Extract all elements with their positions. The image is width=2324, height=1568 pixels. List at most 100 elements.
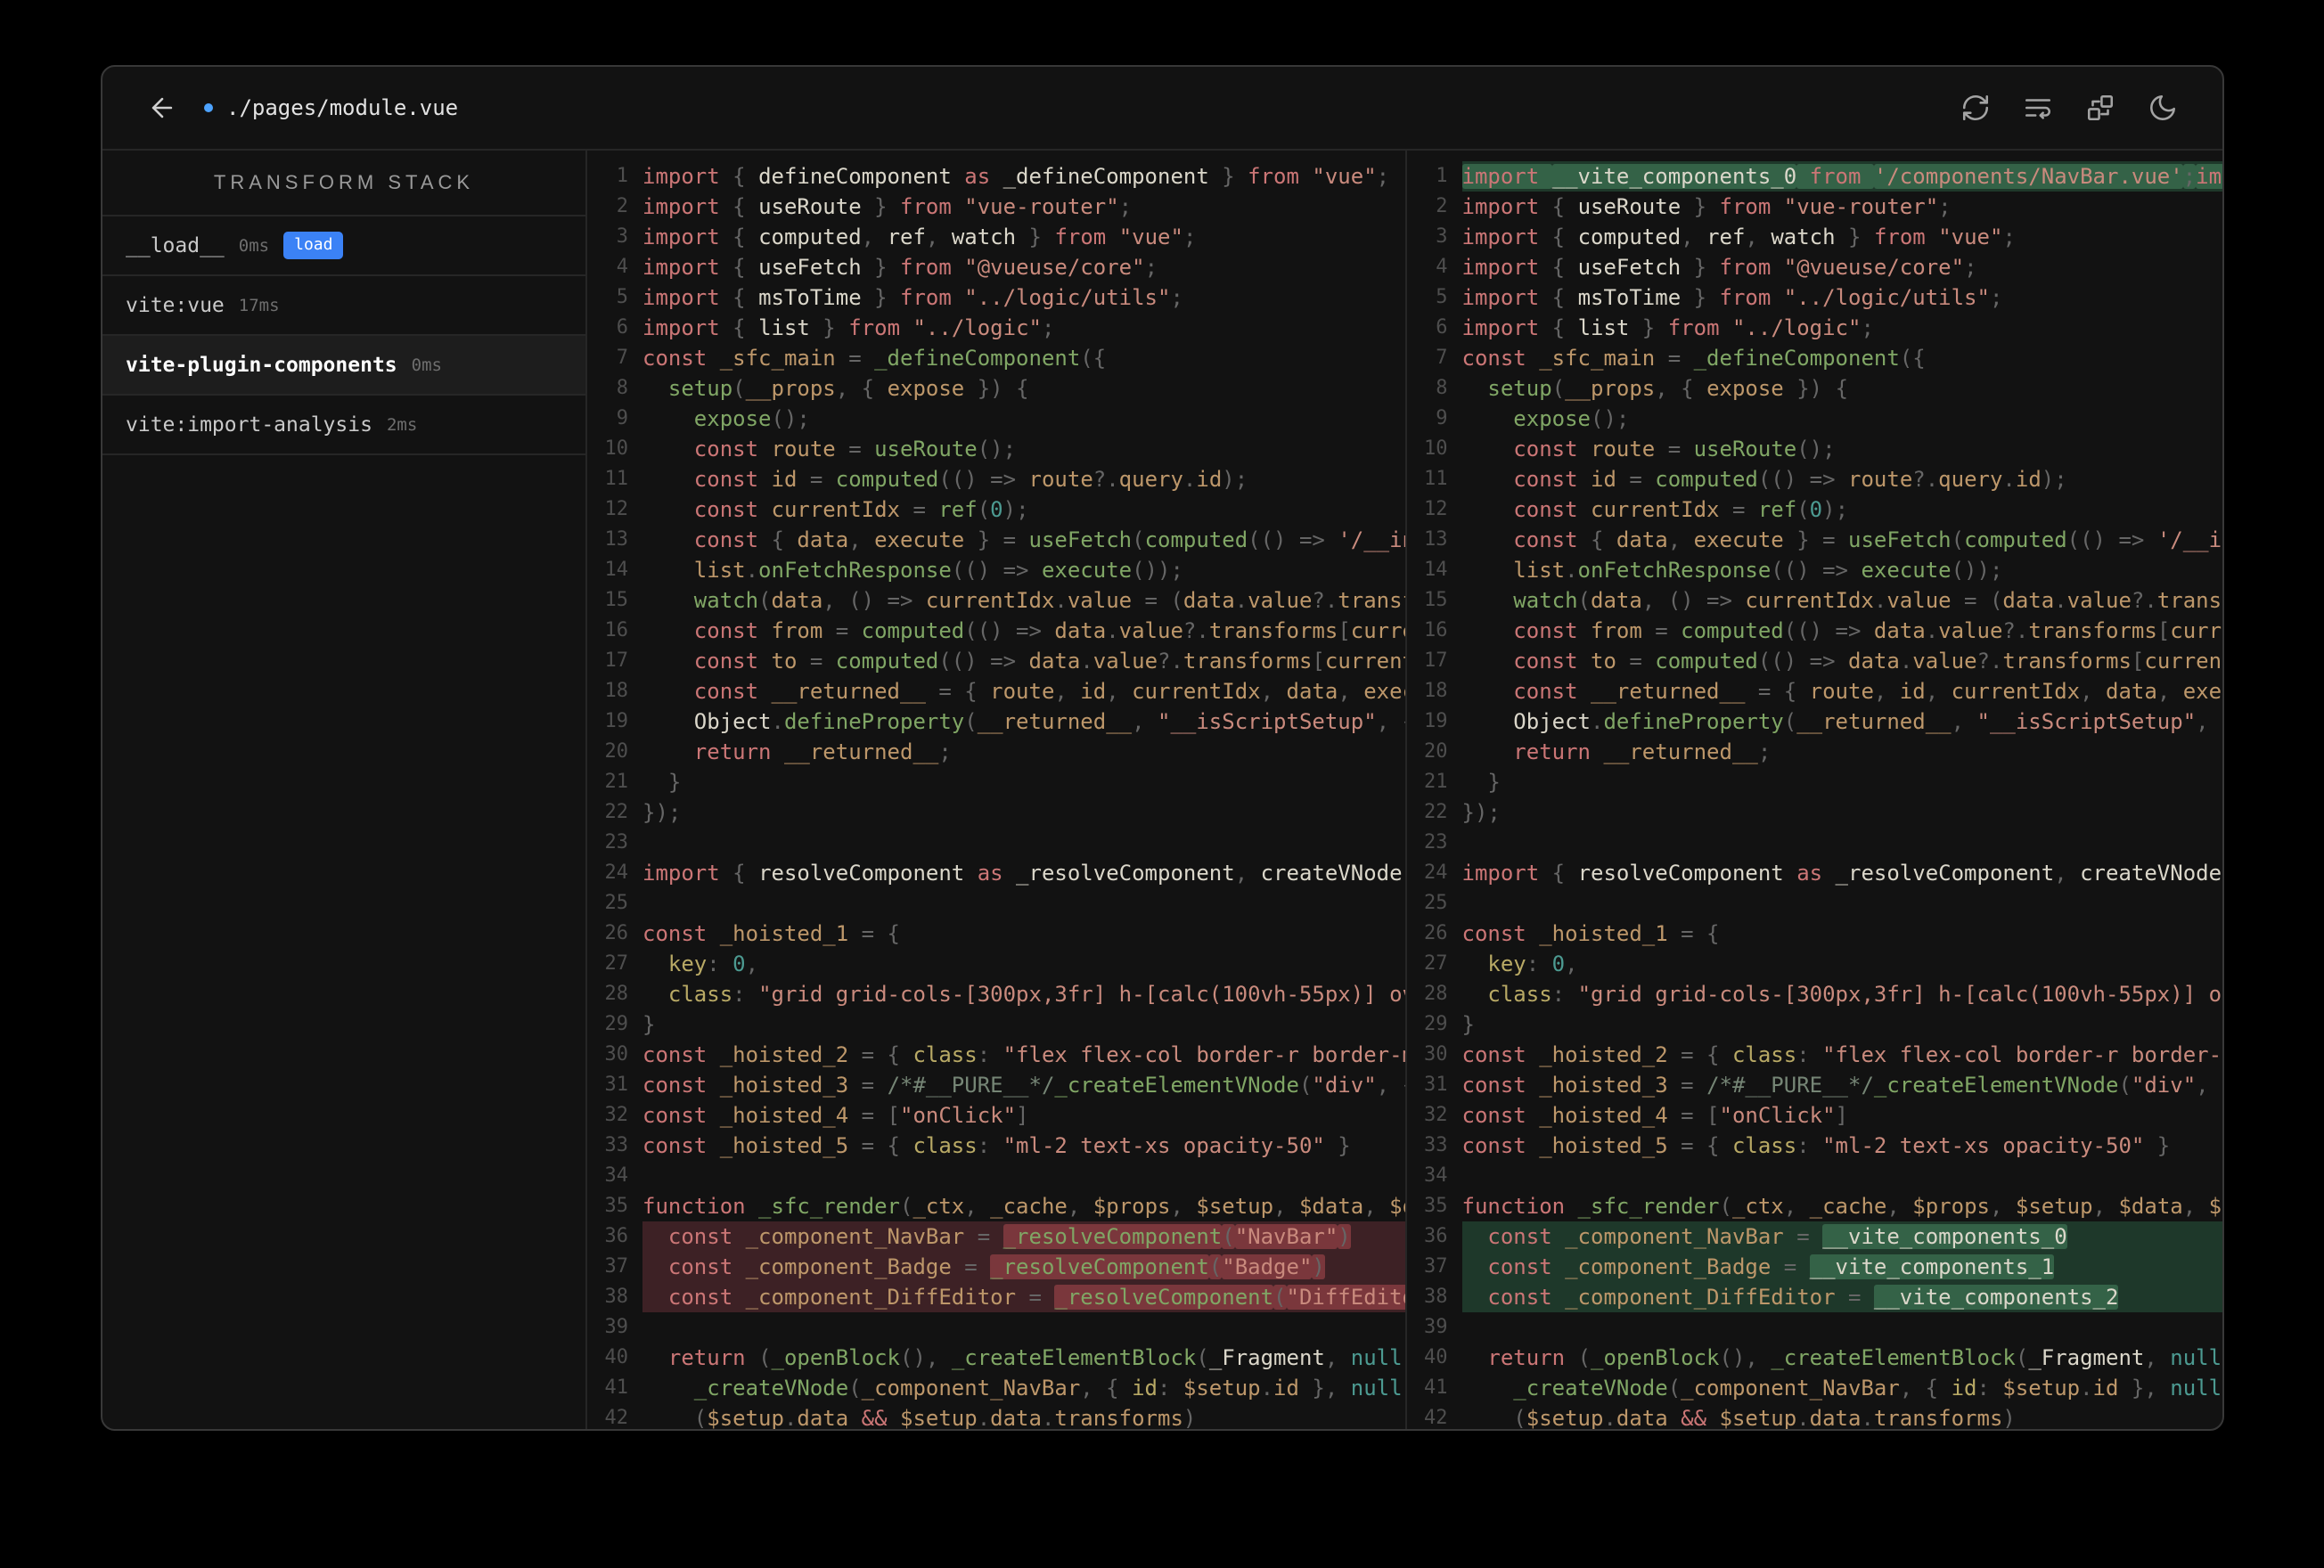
code-line: 20 return __returned__; — [1407, 737, 2223, 767]
code-line: 9 expose(); — [587, 404, 1405, 434]
code-line: 3 import { computed, ref, watch } from "v… — [1407, 222, 2223, 252]
code-line: 25 — [587, 888, 1405, 919]
code-line: 17 const to = computed(() => data.value?… — [1407, 646, 2222, 676]
code-line: 30 const _hoisted_2 = { class: "flex flex… — [587, 1040, 1405, 1070]
code-line: 25 — [1407, 888, 2223, 919]
code-text: return __returned__; — [693, 739, 952, 764]
code-text: }); — [642, 800, 682, 825]
line-number: 27 — [604, 952, 629, 975]
code-line: 14 list.onFetchResponse(() => execute())… — [1407, 555, 2223, 585]
line-number: 9 — [1436, 407, 1448, 429]
code-text: class: "grid grid-cols-[300px,3fr] h-[ca… — [667, 982, 1405, 1007]
line-number: 24 — [604, 862, 629, 884]
code-line: 41 _createVNode(_component_NavBar, { id:… — [1407, 1373, 2222, 1403]
code-text: const _sfc_main = _defineComponent({ — [642, 346, 1107, 371]
code-line: 5 import { msToTime } from "../logic/util… — [1407, 282, 2223, 313]
code-text: const _hoisted_3 = /*#__PURE__*/_createE… — [1461, 1073, 2223, 1098]
code-line: 22}); — [587, 797, 1405, 828]
code-line: 6 import { list } from "../logic"; — [1407, 313, 2223, 343]
code-line: 17 const to = computed(() => data.value?… — [587, 646, 1405, 676]
code-text: import { useFetch } from "@vueuse/core"; — [642, 255, 1158, 280]
code-line: 1 import __vite_components_0 from '/compo… — [1407, 161, 2222, 192]
line-number: 7 — [616, 347, 628, 369]
code-line: 36 const _component_NavBar = _resolveCom… — [587, 1221, 1405, 1252]
line-number: 27 — [1424, 952, 1448, 975]
line-number: 25 — [604, 892, 629, 914]
refresh-icon — [1962, 94, 1989, 121]
code-line: 28 class: "grid grid-cols-[300px,3fr] h-… — [1407, 979, 2222, 1009]
line-number: 38 — [604, 1286, 629, 1308]
code-text: Object.defineProperty(__returned__, "__i… — [1461, 709, 2222, 734]
code-text: ($setup.data && $setup.data.transforms) — [1461, 1406, 2016, 1429]
line-number: 1 — [616, 165, 628, 187]
code-text: import { computed, ref, watch } from "vu… — [1461, 225, 2016, 249]
line-number: 30 — [604, 1043, 629, 1066]
wrap-lines-button[interactable] — [2017, 87, 2058, 128]
code-text: const _component_DiffEditor = _resolveCo… — [642, 1282, 1405, 1312]
code-text: list.onFetchResponse(() => execute()); — [693, 558, 1183, 583]
plugin-time: 2ms — [386, 414, 418, 435]
line-number: 34 — [1424, 1164, 1448, 1187]
line-number: 35 — [1424, 1195, 1448, 1217]
plugin-item[interactable]: vite:import-analysis 2ms — [102, 396, 585, 455]
line-number: 36 — [604, 1225, 629, 1247]
code-line: 10 const route = useRoute(); — [587, 434, 1405, 464]
code-text: import { computed, ref, watch } from "vu… — [642, 225, 1197, 249]
code-line: 33 const _hoisted_5 = { class: "ml-2 text… — [587, 1131, 1405, 1161]
code-text: const _hoisted_4 = ["onClick"] — [642, 1103, 1029, 1128]
line-number: 17 — [604, 649, 629, 672]
code-line: 1 import { defineComponent as _defineComp… — [587, 161, 1405, 192]
plugin-item[interactable]: vite-plugin-components 0ms — [102, 336, 585, 396]
plugin-item[interactable]: __load__ 0ms load — [102, 216, 585, 276]
line-number: 39 — [604, 1316, 629, 1338]
code-line: 13 const { data, execute } = useFetch(co… — [1407, 525, 2222, 555]
refresh-button[interactable] — [1955, 87, 1996, 128]
wrap-lines-icon — [2025, 99, 2051, 119]
line-number: 4 — [616, 256, 628, 278]
compare-icon — [2087, 94, 2114, 121]
plugin-name: vite:vue — [126, 293, 225, 317]
line-number: 2 — [616, 195, 628, 217]
code-pane-before[interactable]: 1 import { defineComponent as _defineComp… — [587, 151, 1405, 1429]
code-text: return __returned__; — [1513, 739, 1772, 764]
line-number: 29 — [1424, 1013, 1448, 1035]
back-button[interactable] — [142, 87, 183, 128]
code-line: 32 const _hoisted_4 = ["onClick"] — [1407, 1100, 2223, 1131]
line-number: 12 — [604, 498, 629, 520]
compare-button[interactable] — [2080, 87, 2121, 128]
code-line: 19 Object.defineProperty(__returned__, "… — [587, 706, 1405, 737]
code-pane-after[interactable]: 1 import __vite_components_0 from '/compo… — [1404, 151, 2223, 1429]
code-text: return (_openBlock(), _createElementBloc… — [1487, 1345, 2222, 1370]
line-number: 21 — [1424, 771, 1448, 793]
line-number: 8 — [616, 377, 628, 399]
code-text: key: 0, — [1487, 951, 1578, 976]
plugin-name: __load__ — [126, 233, 225, 257]
line-number: 6 — [1436, 316, 1448, 339]
code-line: 18 const __returned__ = { route, id, cur… — [1407, 676, 2222, 706]
code-line: 42 ($setup.data && $setup.data.transform… — [587, 1403, 1405, 1429]
line-number: 35 — [604, 1195, 629, 1217]
back-arrow-icon — [151, 97, 173, 118]
line-number: 2 — [1436, 195, 1448, 217]
code-line: 16 const from = computed(() => data.valu… — [1407, 616, 2222, 646]
code-text: const _hoisted_4 = ["onClick"] — [1461, 1103, 1849, 1128]
code-line: 23 — [1407, 828, 2223, 858]
code-text: const route = useRoute(); — [693, 437, 1017, 461]
code-line: 40 return (_openBlock(), _createElementB… — [587, 1343, 1405, 1373]
code-text: import { defineComponent as _defineCompo… — [642, 164, 1390, 189]
plugin-item[interactable]: vite:vue 17ms — [102, 276, 585, 336]
line-number: 32 — [604, 1104, 629, 1126]
line-number: 5 — [1436, 286, 1448, 308]
code-line: 19 Object.defineProperty(__returned__, "… — [1407, 706, 2222, 737]
topbar: ./pages/module.vue — [102, 67, 2222, 151]
dark-mode-button[interactable] — [2142, 87, 2183, 128]
code-line: 35 function _sfc_render(_ctx, _cache, $pr… — [1407, 1191, 2222, 1221]
code-line: 35 function _sfc_render(_ctx, _cache, $pr… — [587, 1191, 1405, 1221]
plugin-list: __load__ 0ms load vite:vue 17ms vite-plugin-c… — [102, 216, 585, 455]
code-line: 39 — [1407, 1312, 2223, 1343]
